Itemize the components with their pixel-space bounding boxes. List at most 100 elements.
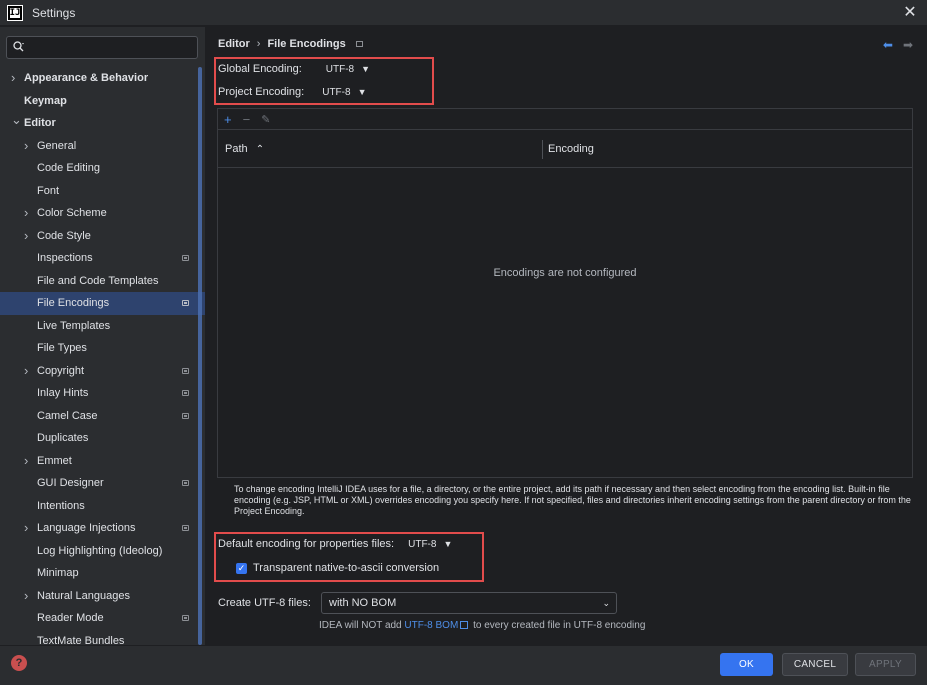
chevron-right-icon[interactable]: › [11, 67, 21, 90]
chevron-down-icon[interactable]: ⌄ [11, 109, 22, 132]
close-icon[interactable]: ✕ [901, 4, 919, 22]
global-encoding-label: Global Encoding: [218, 63, 302, 75]
chevron-right-icon[interactable]: › [24, 202, 34, 225]
native-to-ascii-row[interactable]: ✓ Transparent native-to-ascii conversion [236, 562, 439, 574]
sidebar-item-label: Language Injections [37, 522, 136, 534]
sidebar-item-label: TextMate Bundles [37, 634, 125, 646]
sidebar-item-emmet[interactable]: › Emmet [0, 450, 205, 473]
utf8-bom-link[interactable]: UTF-8 BOM [404, 620, 458, 631]
sidebar-scrollbar[interactable] [198, 67, 202, 645]
bom-note-prefix: IDEA will NOT add [319, 620, 402, 631]
sidebar-item-label: GUI Designer [37, 477, 104, 489]
table-toolbar: + − ✎ [218, 109, 912, 129]
sidebar-item-file-and-code-templates[interactable]: File and Code Templates [0, 270, 205, 293]
search-field[interactable] [6, 36, 198, 59]
sidebar-item-label: Reader Mode [37, 612, 104, 624]
chevron-down-icon: ▼ [357, 87, 367, 97]
properties-encoding-row: Default encoding for properties files: U… [218, 538, 452, 550]
sidebar-item-textmate-bundles[interactable]: TextMate Bundles [0, 630, 205, 646]
utf8-bom-select[interactable]: with NO BOM ⌄ [321, 592, 617, 614]
sidebar-item-general[interactable]: › General [0, 135, 205, 158]
sidebar-item-code-editing[interactable]: Code Editing [0, 157, 205, 180]
sidebar-item-editor[interactable]: ⌄ Editor [0, 112, 205, 135]
sidebar-item-duplicates[interactable]: Duplicates [0, 427, 205, 450]
settings-sidebar: › Appearance & Behavior Keymap ⌄ Editor › Gene… [0, 27, 205, 645]
search-icon [13, 41, 24, 52]
sidebar-item-label: Inspections [37, 252, 93, 264]
edit-icon[interactable]: ✎ [261, 113, 270, 126]
sidebar-item-keymap[interactable]: Keymap [0, 90, 205, 113]
sidebar-item-color-scheme[interactable]: › Color Scheme [0, 202, 205, 225]
forward-arrow-icon[interactable]: ➡ [903, 38, 913, 52]
project-scope-icon [182, 480, 189, 486]
column-header-encoding[interactable]: Encoding [548, 143, 594, 155]
sidebar-item-log-highlighting-ideolog[interactable]: Log Highlighting (Ideolog) [0, 540, 205, 563]
table-header: Path ⌃ Encoding [218, 129, 912, 168]
sidebar-item-label: Editor [24, 117, 56, 129]
column-path-label: Path [225, 143, 248, 155]
sidebar-item-minimap[interactable]: Minimap [0, 562, 205, 585]
sidebar-item-natural-languages[interactable]: › Natural Languages [0, 585, 205, 608]
breadcrumb-current: File Encodings [267, 38, 346, 50]
search-input[interactable] [29, 39, 194, 56]
sidebar-item-font[interactable]: Font [0, 180, 205, 203]
native-to-ascii-checkbox[interactable]: ✓ [236, 562, 247, 574]
sidebar-item-label: Keymap [24, 94, 67, 107]
sidebar-item-code-style[interactable]: › Code Style [0, 225, 205, 248]
sidebar-item-intentions[interactable]: Intentions [0, 495, 205, 518]
ok-button[interactable]: OK [720, 653, 773, 676]
chevron-down-icon: ▼ [361, 64, 371, 74]
sidebar-item-language-injections[interactable]: › Language Injections [0, 517, 205, 540]
sidebar-item-appearance-behavior[interactable]: › Appearance & Behavior [0, 67, 205, 90]
sidebar-item-live-templates[interactable]: Live Templates [0, 315, 205, 338]
chevron-right-icon[interactable]: › [24, 360, 34, 383]
encoding-help-text: To change encoding IntelliJ IDEA uses fo… [234, 484, 911, 516]
utf8-bom-label: Create UTF-8 files: [218, 597, 311, 609]
project-encoding-combo[interactable]: UTF-8 ▼ [322, 87, 366, 98]
chevron-right-icon[interactable]: › [24, 225, 34, 248]
help-icon[interactable]: ? [11, 655, 27, 671]
native-to-ascii-label[interactable]: Transparent native-to-ascii conversion [253, 562, 439, 574]
chevron-right-icon[interactable]: › [24, 450, 34, 473]
global-encoding-combo[interactable]: UTF-8 ▼ [326, 64, 370, 75]
chevron-right-icon[interactable]: › [24, 135, 34, 158]
breadcrumb-parent[interactable]: Editor [218, 38, 250, 50]
add-icon[interactable]: + [224, 112, 232, 127]
sidebar-item-copyright[interactable]: › Copyright [0, 360, 205, 383]
project-scope-icon [182, 615, 189, 621]
sidebar-item-label: General [37, 139, 77, 152]
sidebar-item-label: File Types [37, 342, 87, 354]
external-link-icon[interactable] [460, 621, 469, 629]
sidebar-item-label: Live Templates [37, 319, 111, 332]
bom-note-suffix: to every created file in UTF-8 encoding [473, 620, 646, 631]
sidebar-item-inlay-hints[interactable]: Inlay Hints [0, 382, 205, 405]
sidebar-item-inspections[interactable]: Inspections [0, 247, 205, 270]
remove-icon[interactable]: − [243, 112, 251, 127]
column-header-path[interactable]: Path ⌃ [225, 143, 264, 155]
sidebar-item-file-types[interactable]: File Types [0, 337, 205, 360]
apply-button[interactable]: APPLY [855, 653, 916, 676]
properties-encoding-label: Default encoding for properties files: [218, 538, 395, 550]
sidebar-item-label: File Encodings [37, 297, 110, 309]
sidebar-item-gui-designer[interactable]: GUI Designer [0, 472, 205, 495]
cancel-button[interactable]: CANCEL [782, 653, 848, 676]
sidebar-item-label: Natural Languages [37, 589, 130, 602]
properties-encoding-combo[interactable]: UTF-8 ▼ [408, 539, 452, 550]
settings-tree: › Appearance & Behavior Keymap ⌄ Editor › Gene… [0, 67, 205, 645]
sidebar-item-camel-case[interactable]: Camel Case [0, 405, 205, 428]
sidebar-item-reader-mode[interactable]: Reader Mode [0, 607, 205, 630]
project-scope-icon [182, 525, 189, 531]
back-arrow-icon[interactable]: ⬅ [883, 38, 893, 52]
sidebar-item-label: Duplicates [37, 432, 89, 444]
dialog-footer: OK CANCEL APPLY [0, 645, 927, 685]
utf8-bom-value: with NO BOM [329, 597, 397, 609]
window-title: Settings [32, 5, 76, 20]
encodings-table: + − ✎ Path ⌃ Encoding Encodings are not … [217, 108, 913, 478]
chevron-right-icon[interactable]: › [24, 517, 34, 540]
breadcrumb: Editor › File Encodings [218, 38, 363, 50]
sidebar-item-file-encodings[interactable]: File Encodings [0, 292, 205, 315]
column-divider[interactable] [542, 140, 543, 159]
chevron-right-icon[interactable]: › [24, 585, 34, 608]
sidebar-item-label: Intentions [37, 499, 85, 512]
file-encodings-panel: Editor › File Encodings ⬅ ➡ Global Encod… [205, 27, 927, 645]
